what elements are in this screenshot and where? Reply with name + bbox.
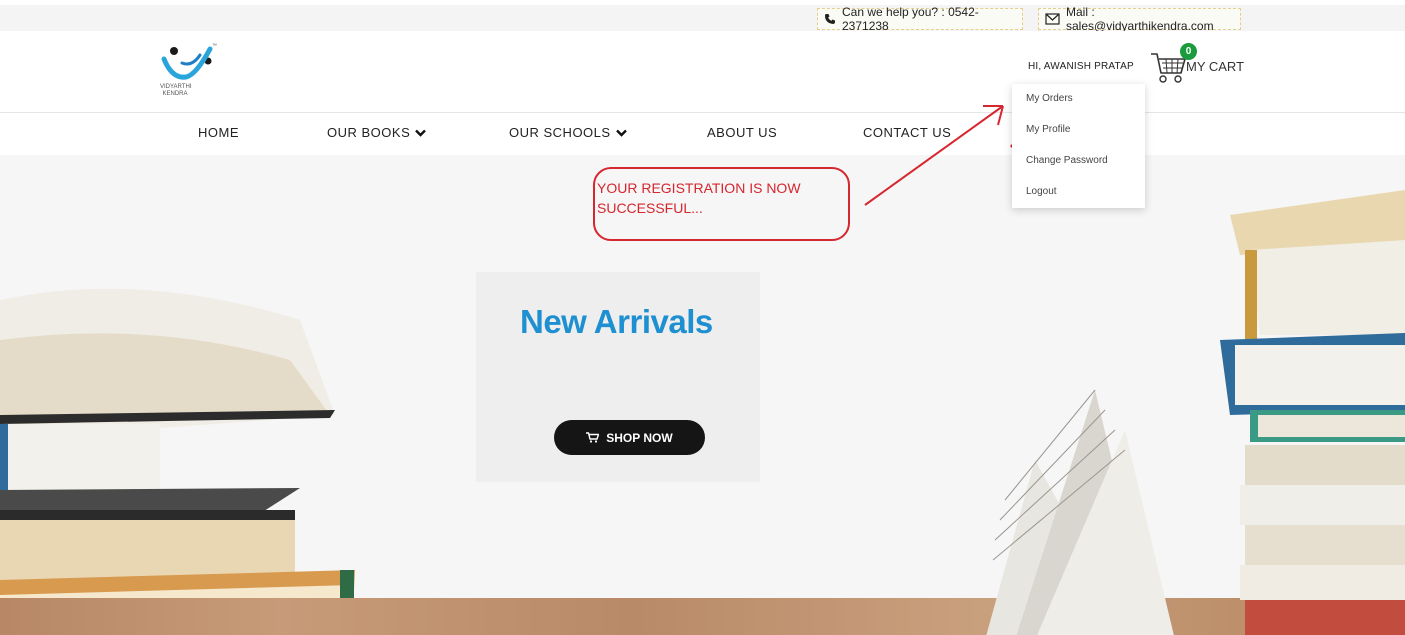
chevron-down-icon — [615, 129, 627, 137]
user-greeting[interactable]: HI, AWANISH PRATAP — [1028, 61, 1134, 72]
shop-now-label: SHOP NOW — [606, 430, 673, 445]
my-cart[interactable]: 0 MY CART — [1148, 43, 1248, 87]
main-nav: HOME OUR BOOKS OUR SCHOOLS ABOUT US CONT… — [0, 113, 1405, 155]
logo-text: VIDYARTHI KENDRA — [160, 84, 192, 97]
nav-item-about-us[interactable]: ABOUT US — [707, 125, 777, 140]
phone-icon — [825, 14, 835, 24]
contact-phone[interactable]: Can we help you? : 0542-2371238 — [817, 5, 1023, 33]
cart-label: MY CART — [1186, 59, 1245, 74]
cart-count-badge: 0 — [1180, 43, 1197, 60]
phone-text: Can we help you? : 0542-2371238 — [842, 5, 979, 33]
nav-label: OUR BOOKS — [327, 125, 411, 140]
mail-icon — [1045, 13, 1060, 25]
menu-item-change-password[interactable]: Change Password — [1026, 155, 1108, 166]
user-dropdown-menu: My Orders My Profile Change Password Log… — [1012, 84, 1145, 208]
nav-item-our-schools[interactable]: OUR SCHOOLS — [509, 125, 627, 140]
menu-item-logout[interactable]: Logout — [1026, 186, 1057, 197]
nav-item-home[interactable]: HOME — [198, 125, 239, 140]
header: ™ VIDYARTHI KENDRA HI, AWANISH PRATAP 0 … — [0, 31, 1405, 113]
hero-title: New Arrivals — [520, 303, 713, 340]
logo-mark-icon: ™ — [161, 43, 217, 80]
annotation-arrow-icon — [864, 105, 1014, 206]
contact-mail[interactable]: Mail : sales@vidyarthikendra.com — [1038, 5, 1241, 33]
cart-icon — [586, 432, 600, 443]
shop-now-button[interactable]: SHOP NOW — [554, 420, 705, 455]
menu-item-my-profile[interactable]: My Profile — [1026, 124, 1070, 135]
mail-text: Mail : sales@vidyarthikendra.com — [1066, 5, 1214, 33]
nav-item-our-books[interactable]: OUR BOOKS — [327, 125, 427, 140]
books-stack-left-illustration — [0, 288, 355, 635]
nav-label: HOME — [198, 125, 239, 140]
top-info-bar: Can we help you? : 0542-2371238 Mail : s… — [0, 5, 1405, 33]
books-stack-right-illustration — [1220, 190, 1405, 635]
nav-label: ABOUT US — [707, 125, 778, 140]
nav-label: OUR SCHOOLS — [509, 125, 611, 140]
annotation-text: YOUR REGISTRATION IS NOW SUCCESSFUL... — [597, 180, 801, 216]
logo-tm: ™ — [212, 43, 217, 49]
menu-item-my-orders[interactable]: My Orders — [1026, 93, 1073, 104]
site-logo[interactable]: ™ VIDYARTHI KENDRA — [160, 37, 220, 101]
page: Can we help you? : 0542-2371238 Mail : s… — [0, 0, 1405, 635]
chevron-down-icon — [415, 129, 427, 137]
